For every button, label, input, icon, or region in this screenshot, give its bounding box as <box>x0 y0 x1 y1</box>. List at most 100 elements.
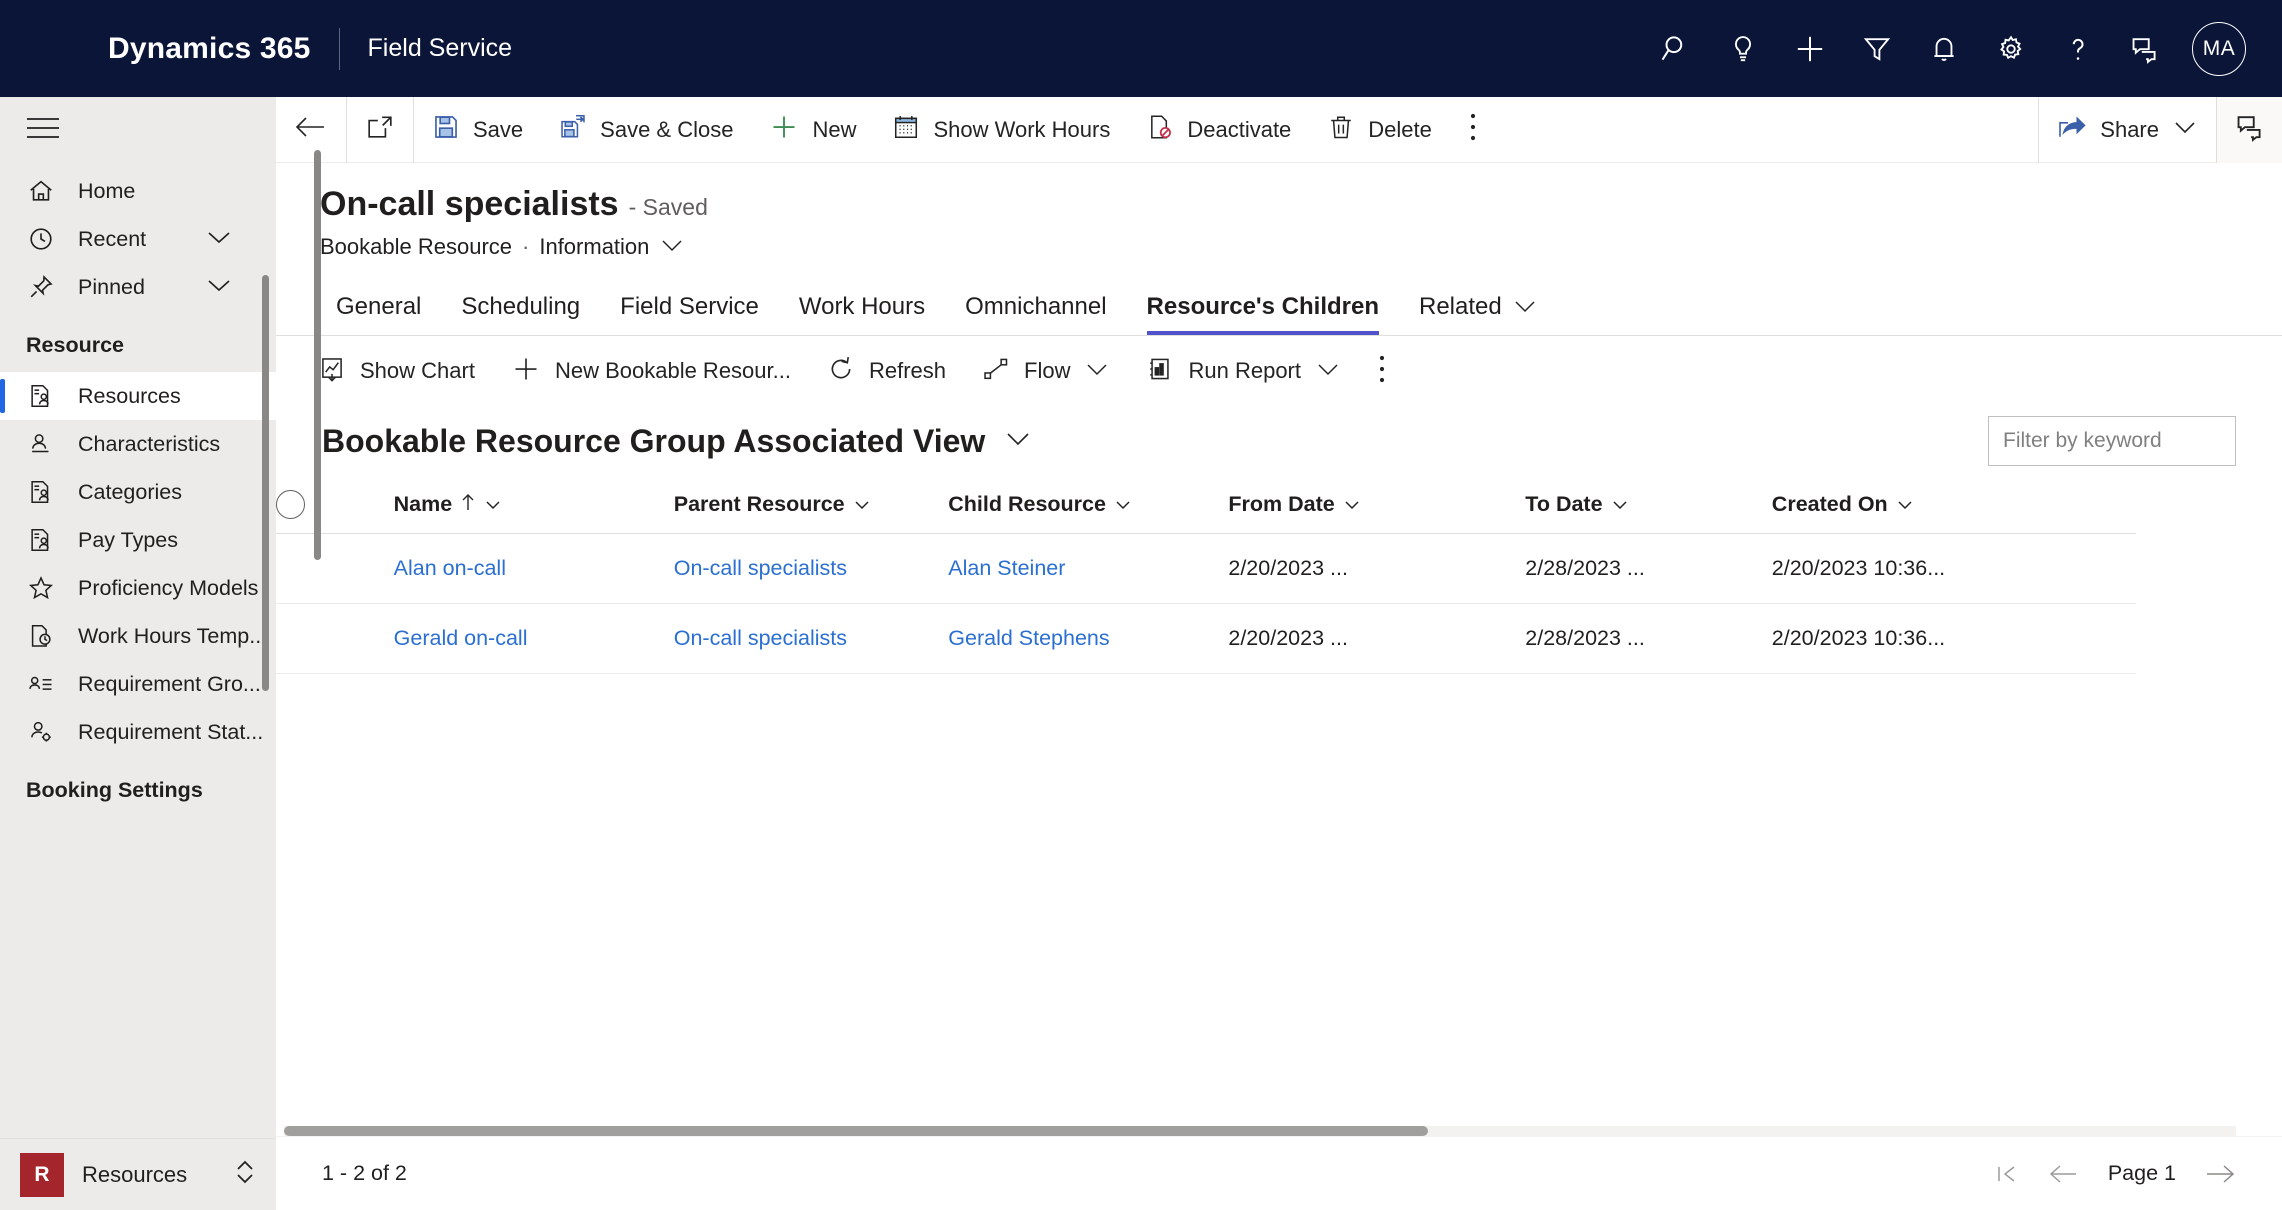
record-link[interactable]: On-call specialists <box>674 626 847 650</box>
search-icon[interactable] <box>1642 0 1709 97</box>
tab-resources-children[interactable]: Resource's Children <box>1127 279 1399 335</box>
save-and-close-button[interactable]: Save & Close <box>541 97 751 163</box>
sidebar-item-categories[interactable]: Categories <box>0 468 276 516</box>
cell-parent-resource[interactable]: On-call specialists <box>673 603 949 674</box>
chevron-down-icon[interactable] <box>1611 492 1629 517</box>
cell-name[interactable]: Alan on-call <box>393 533 674 604</box>
share-button[interactable]: Share <box>2039 97 2216 163</box>
sidebar-item-pinned[interactable]: Pinned <box>0 263 276 311</box>
command-overflow-button[interactable] <box>1450 97 1496 163</box>
tab-omnichannel[interactable]: Omnichannel <box>945 279 1126 335</box>
subgrid-overflow-button[interactable] <box>1359 345 1405 397</box>
open-in-new-button[interactable] <box>347 97 413 163</box>
record-link[interactable]: On-call specialists <box>674 556 847 580</box>
site-map-icon[interactable] <box>0 97 276 159</box>
chat-icon[interactable] <box>2111 0 2178 97</box>
deactivate-button[interactable]: Deactivate <box>1128 97 1309 163</box>
sidebar-item-work-hours-templates[interactable]: Work Hours Temp... <box>0 612 276 660</box>
sidebar-item-resources[interactable]: Resources <box>0 372 276 420</box>
column-header-created-on[interactable]: Created On <box>1771 476 2136 534</box>
view-selector-chevron-down-icon[interactable] <box>1003 429 1033 454</box>
row-select-cell[interactable] <box>276 533 394 604</box>
cell-child-resource[interactable]: Alan Steiner <box>948 533 1229 604</box>
next-page-icon[interactable] <box>2204 1161 2236 1187</box>
feedback-button[interactable] <box>2216 96 2282 163</box>
chevron-down-icon[interactable] <box>1343 492 1361 517</box>
chevron-down-icon[interactable] <box>206 277 232 298</box>
grid-horizontal-scrollbar[interactable] <box>284 1126 2236 1136</box>
column-header-parent-resource[interactable]: Parent Resource <box>673 476 949 534</box>
prev-page-icon[interactable] <box>2048 1161 2080 1187</box>
sidebar-item-pay-types[interactable]: Pay Types <box>0 516 276 564</box>
gear-icon[interactable] <box>1977 0 2044 97</box>
question-icon[interactable] <box>2044 0 2111 97</box>
view-title[interactable]: Bookable Resource Group Associated View <box>322 423 985 460</box>
chevron-down-icon[interactable] <box>659 237 685 258</box>
person-gear-icon <box>26 718 56 746</box>
row-select-cell[interactable] <box>276 603 394 674</box>
cell-created-on: 2/20/2023 10:36... <box>1771 533 2136 604</box>
back-button[interactable] <box>276 97 346 163</box>
chevron-down-icon[interactable] <box>1114 492 1132 517</box>
lightbulb-icon[interactable] <box>1709 0 1776 97</box>
delete-button[interactable]: Delete <box>1309 97 1450 163</box>
form-vertical-scrollbar[interactable] <box>314 150 321 560</box>
show-work-hours-button[interactable]: Show Work Hours <box>874 97 1128 163</box>
sidebar-scrollbar[interactable] <box>262 275 269 691</box>
chevron-down-icon[interactable] <box>484 492 502 517</box>
show-chart-button[interactable]: Show Chart <box>300 345 493 397</box>
column-header-name[interactable]: Name <box>393 476 674 534</box>
chevron-down-icon[interactable] <box>1315 361 1341 382</box>
select-all-circle[interactable] <box>276 490 305 519</box>
grid-scroll-thumb[interactable] <box>284 1126 1428 1136</box>
chevron-down-icon[interactable] <box>1512 293 1538 321</box>
app-area-switcher[interactable]: R Resources <box>0 1138 276 1210</box>
tab-work-hours[interactable]: Work Hours <box>779 279 945 335</box>
table-row[interactable]: Alan on-call On-call specialists Alan St… <box>276 533 2136 604</box>
filter-keyword-box[interactable] <box>1988 416 2236 466</box>
first-page-icon[interactable] <box>1994 1161 2020 1187</box>
column-header-child-resource[interactable]: Child Resource <box>948 476 1229 534</box>
sidebar-item-characteristics[interactable]: Characteristics <box>0 420 276 468</box>
chevron-down-icon[interactable] <box>853 492 871 517</box>
chevron-updown-icon[interactable] <box>232 1155 258 1194</box>
refresh-button[interactable]: Refresh <box>809 345 964 397</box>
record-link[interactable]: Alan Steiner <box>948 556 1065 580</box>
chevron-down-icon[interactable] <box>1084 361 1110 382</box>
save-button[interactable]: Save <box>414 97 541 163</box>
search-input[interactable] <box>2003 429 2221 453</box>
new-button[interactable]: New <box>751 97 874 163</box>
new-bookable-resource-button[interactable]: New Bookable Resour... <box>493 345 809 397</box>
app-name[interactable]: Field Service <box>368 34 513 63</box>
form-name[interactable]: Information <box>539 234 649 260</box>
tab-field-service[interactable]: Field Service <box>600 279 779 335</box>
sidebar-item-requirement-groups[interactable]: Requirement Gro... <box>0 660 276 708</box>
tab-related[interactable]: Related <box>1399 279 1558 335</box>
plus-icon[interactable] <box>1776 0 1843 97</box>
chevron-down-icon[interactable] <box>206 229 232 250</box>
sidebar-group-resource: Resource <box>26 333 124 357</box>
sidebar-item-proficiency-models[interactable]: Proficiency Models <box>0 564 276 612</box>
table-row[interactable]: Gerald on-call On-call specialists Geral… <box>276 603 2136 674</box>
column-header-to-date[interactable]: To Date <box>1525 476 1772 534</box>
flow-button[interactable]: Flow <box>964 345 1128 397</box>
sidebar-item-recent[interactable]: Recent <box>0 215 276 263</box>
avatar[interactable]: MA <box>2192 21 2246 76</box>
record-link[interactable]: Gerald on-call <box>394 626 528 650</box>
column-header-from-date[interactable]: From Date <box>1228 476 1526 534</box>
product-brand[interactable]: Dynamics 365 <box>108 32 311 66</box>
sidebar-item-home[interactable]: Home <box>0 167 276 215</box>
chevron-down-icon[interactable] <box>2172 119 2198 140</box>
cell-name[interactable]: Gerald on-call <box>393 603 674 674</box>
run-report-button[interactable]: Run Report <box>1128 345 1359 397</box>
cell-child-resource[interactable]: Gerald Stephens <box>948 603 1229 674</box>
record-link[interactable]: Gerald Stephens <box>948 626 1109 650</box>
chevron-down-icon[interactable] <box>1896 492 1914 517</box>
bell-icon[interactable] <box>1910 0 1977 97</box>
tab-general[interactable]: General <box>316 279 441 335</box>
filter-icon[interactable] <box>1843 0 1910 97</box>
tab-scheduling[interactable]: Scheduling <box>441 279 600 335</box>
sidebar-item-requirement-status[interactable]: Requirement Stat... <box>0 708 276 756</box>
record-link[interactable]: Alan on-call <box>394 556 506 580</box>
cell-parent-resource[interactable]: On-call specialists <box>673 533 949 604</box>
